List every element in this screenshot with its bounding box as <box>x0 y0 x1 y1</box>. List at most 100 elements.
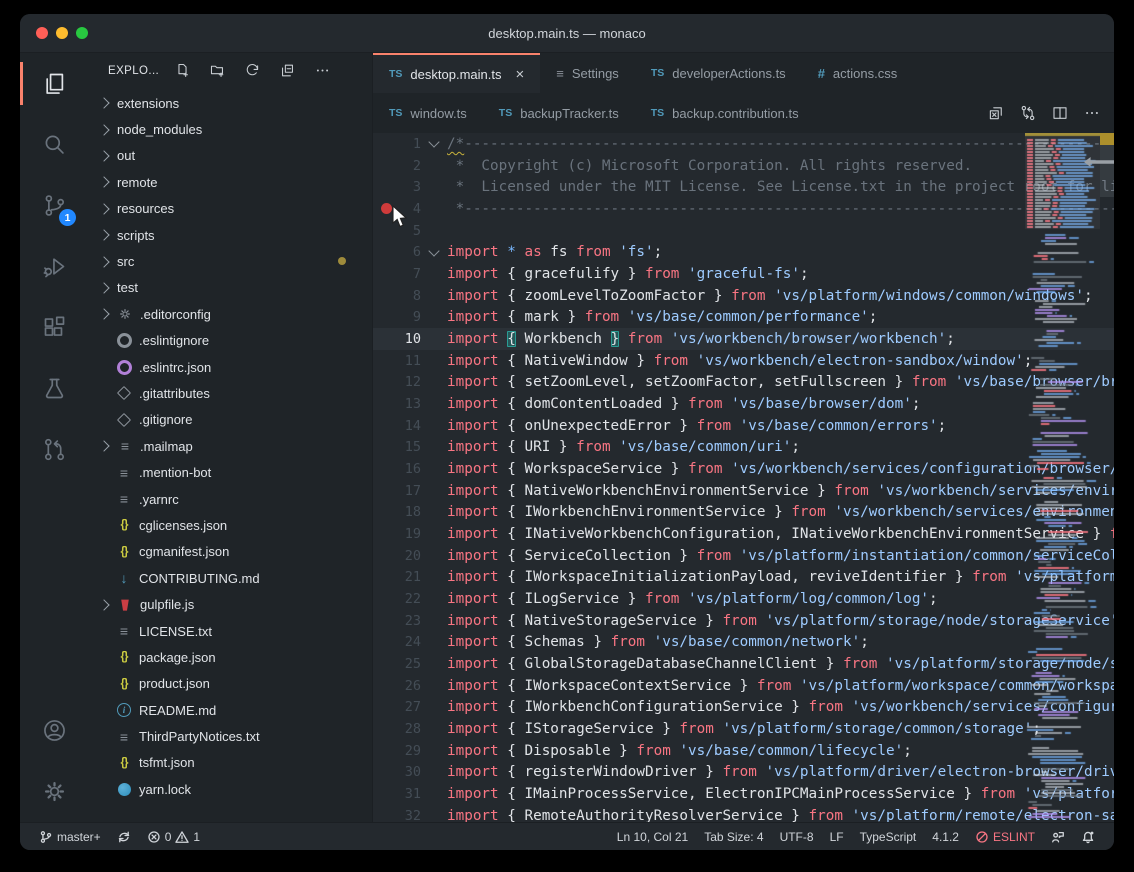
folder-item-src[interactable]: src <box>88 248 372 274</box>
file-item-product.json[interactable]: {}product.json <box>88 671 372 697</box>
line-number[interactable]: 16 <box>399 461 421 477</box>
line-number[interactable]: 20 <box>399 548 421 564</box>
folder-item-node_modules[interactable]: node_modules <box>88 116 372 142</box>
collapse-folders-button[interactable] <box>278 62 296 80</box>
line-number[interactable]: 1 <box>399 136 421 152</box>
line-number[interactable]: 7 <box>399 266 421 282</box>
file-item-.gitignore[interactable]: .gitignore <box>88 407 372 433</box>
tab-desktop.main.ts[interactable]: TSdesktop.main.ts× <box>373 53 540 93</box>
file-item-package.json[interactable]: {}package.json <box>88 644 372 670</box>
code-line-6[interactable]: 6import * as fs from 'fs'; <box>373 241 1114 263</box>
status-language-mode[interactable]: TypeScript <box>853 826 924 848</box>
status-notifications[interactable] <box>1074 826 1102 848</box>
line-number[interactable]: 17 <box>399 483 421 499</box>
line-number[interactable]: 29 <box>399 743 421 759</box>
file-item-.eslintrc.json[interactable]: .eslintrc.json <box>88 354 372 380</box>
fold-gutter[interactable] <box>421 250 447 255</box>
file-item-README.md[interactable]: iREADME.md <box>88 697 372 723</box>
close-tab-icon[interactable]: × <box>515 67 524 82</box>
file-item-LICENSE.txt[interactable]: ≡LICENSE.txt <box>88 618 372 644</box>
line-number[interactable]: 3 <box>399 179 421 195</box>
activity-bar-item-extensions[interactable] <box>20 297 88 358</box>
code-line-4[interactable]: 4 *-------------------------------------… <box>373 198 1114 220</box>
line-number[interactable]: 27 <box>399 699 421 715</box>
line-number[interactable]: 23 <box>399 613 421 629</box>
line-number[interactable]: 25 <box>399 656 421 672</box>
tab-Settings[interactable]: ≡Settings <box>540 53 635 93</box>
activity-bar-item-testing[interactable] <box>20 358 88 419</box>
code-line-30[interactable]: 30import { registerWindowDriver } from '… <box>373 761 1114 783</box>
code-line-15[interactable]: 15import { URI } from 'vs/base/common/ur… <box>373 436 1114 458</box>
line-number[interactable]: 13 <box>399 396 421 412</box>
overview-ruler[interactable] <box>1100 133 1114 822</box>
status-encoding[interactable]: UTF-8 <box>773 826 821 848</box>
file-item-.editorconfig[interactable]: .editorconfig <box>88 301 372 327</box>
folder-item-out[interactable]: out <box>88 143 372 169</box>
code-line-20[interactable]: 20import { ServiceCollection } from 'vs/… <box>373 545 1114 567</box>
activity-bar-item-search[interactable] <box>20 114 88 175</box>
close-all-editors-button[interactable] <box>982 99 1010 127</box>
file-item-yarn.lock[interactable]: yarn.lock <box>88 776 372 802</box>
code-line-25[interactable]: 25import { GlobalStorageDatabaseChannelC… <box>373 653 1114 675</box>
file-item-.yarnrc[interactable]: ≡.yarnrc <box>88 486 372 512</box>
line-number[interactable]: 26 <box>399 678 421 694</box>
activity-bar-item-source-control[interactable]: 1 <box>20 175 88 236</box>
tab-actions.css[interactable]: #actions.css <box>802 53 914 93</box>
code-line-11[interactable]: 11import { NativeWindow } from 'vs/workb… <box>373 350 1114 372</box>
file-item-.eslintignore[interactable]: .eslintignore <box>88 328 372 354</box>
folder-item-resources[interactable]: resources <box>88 196 372 222</box>
line-number[interactable]: 11 <box>399 353 421 369</box>
line-number[interactable]: 8 <box>399 288 421 304</box>
code-line-1[interactable]: 1/*-------------------------------------… <box>373 133 1114 155</box>
line-number[interactable]: 28 <box>399 721 421 737</box>
code-line-28[interactable]: 28import { IStorageService } from 'vs/pl… <box>373 718 1114 740</box>
code-line-12[interactable]: 12import { setZoomLevel, setZoomFactor, … <box>373 371 1114 393</box>
more-actions-button[interactable] <box>313 62 331 80</box>
line-number[interactable]: 24 <box>399 634 421 650</box>
code-line-22[interactable]: 22import { ILogService } from 'vs/platfo… <box>373 588 1114 610</box>
file-item-gulpfile.js[interactable]: gulpfile.js <box>88 591 372 617</box>
code-line-7[interactable]: 7import { gracefulify } from 'graceful-f… <box>373 263 1114 285</box>
zoom-window-button[interactable] <box>76 27 88 39</box>
code-line-5[interactable]: 5 <box>373 220 1114 242</box>
status-eslint-status[interactable]: ESLINT <box>968 826 1042 848</box>
file-item-CONTRIBUTING.md[interactable]: ↓CONTRIBUTING.md <box>88 565 372 591</box>
more-editor-actions-button[interactable] <box>1078 99 1106 127</box>
status-typescript-version[interactable]: 4.1.2 <box>925 826 966 848</box>
line-number[interactable]: 32 <box>399 808 421 822</box>
line-number[interactable]: 30 <box>399 764 421 780</box>
minimap[interactable] <box>1025 133 1100 822</box>
code-line-21[interactable]: 21import { IWorkspaceInitializationPaylo… <box>373 566 1114 588</box>
code-line-8[interactable]: 8import { zoomLevelToZoomFactor } from '… <box>373 285 1114 307</box>
code-line-2[interactable]: 2 * Copyright (c) Microsoft Corporation.… <box>373 155 1114 177</box>
file-item-.mailmap[interactable]: ≡.mailmap <box>88 433 372 459</box>
line-number[interactable]: 19 <box>399 526 421 542</box>
line-number[interactable]: 22 <box>399 591 421 607</box>
file-item-ThirdPartyNotices.txt[interactable]: ≡ThirdPartyNotices.txt <box>88 723 372 749</box>
code-line-9[interactable]: 9import { mark } from 'vs/base/common/pe… <box>373 306 1114 328</box>
line-number[interactable]: 14 <box>399 418 421 434</box>
code-line-23[interactable]: 23import { NativeStorageService } from '… <box>373 610 1114 632</box>
fold-gutter[interactable] <box>421 141 447 146</box>
code-line-14[interactable]: 14import { onUnexpectedError } from 'vs/… <box>373 415 1114 437</box>
file-item-.gitattributes[interactable]: .gitattributes <box>88 380 372 406</box>
line-number[interactable]: 6 <box>399 244 421 260</box>
activity-bar-item-run-and-debug[interactable] <box>20 236 88 297</box>
tab-backup.contribution.ts[interactable]: TSbackup.contribution.ts <box>635 93 815 133</box>
line-number[interactable]: 2 <box>399 158 421 174</box>
folder-item-remote[interactable]: remote <box>88 169 372 195</box>
split-editor-button[interactable] <box>1046 99 1074 127</box>
breakpoint-icon[interactable] <box>381 203 392 214</box>
code-line-13[interactable]: 13import { domContentLoaded } from 'vs/b… <box>373 393 1114 415</box>
status-eol-sequence[interactable]: LF <box>823 826 851 848</box>
code-editor[interactable]: 1/*-------------------------------------… <box>373 133 1114 822</box>
line-number[interactable]: 15 <box>399 439 421 455</box>
chevron-down-icon[interactable] <box>428 137 439 148</box>
folder-item-test[interactable]: test <box>88 275 372 301</box>
file-item-.mention-bot[interactable]: ≡.mention-bot <box>88 459 372 485</box>
line-number[interactable]: 12 <box>399 374 421 390</box>
new-folder-button[interactable] <box>208 62 226 80</box>
code-line-27[interactable]: 27import { IWorkbenchConfigurationServic… <box>373 696 1114 718</box>
file-item-cglicenses.json[interactable]: {}cglicenses.json <box>88 512 372 538</box>
folder-item-scripts[interactable]: scripts <box>88 222 372 248</box>
